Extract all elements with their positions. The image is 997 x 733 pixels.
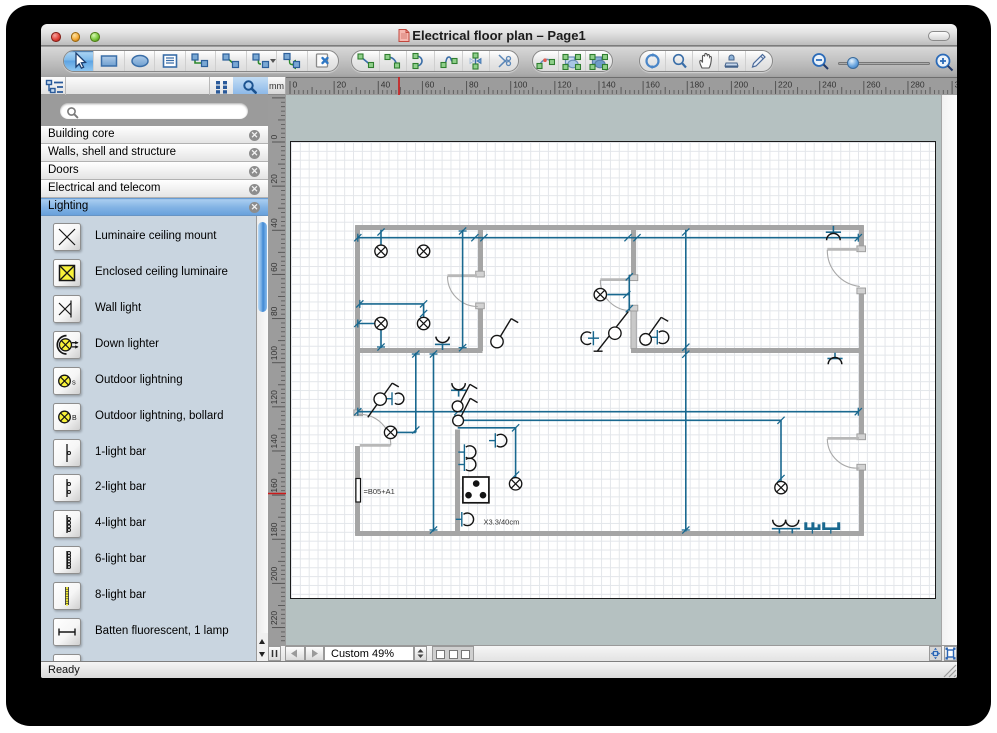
svg-text:140: 140 [601,80,615,90]
svg-text:100: 100 [269,346,279,360]
svg-text:160: 160 [646,80,660,90]
svg-text:120: 120 [269,390,279,404]
svg-text:0: 0 [269,135,279,140]
svg-text:180: 180 [269,522,279,536]
svg-text:80: 80 [269,306,279,316]
svg-text:220: 220 [778,80,792,90]
svg-text:160: 160 [269,478,279,492]
svg-text:B: B [72,415,77,422]
svg-text:260: 260 [866,80,880,90]
svg-text:0: 0 [293,80,298,90]
svg-text:60: 60 [269,262,279,272]
svg-text:240: 240 [822,80,836,90]
svg-text:20: 20 [337,80,347,90]
svg-text:40: 40 [269,218,279,228]
svg-text:100: 100 [513,80,527,90]
svg-text:140: 140 [269,434,279,448]
svg-text:80: 80 [469,80,479,90]
svg-text:180: 180 [690,80,704,90]
svg-text:120: 120 [557,80,571,90]
svg-text:280: 280 [910,80,924,90]
svg-text:40: 40 [381,80,391,90]
svg-text:20: 20 [269,174,279,184]
svg-text:220: 220 [269,611,279,625]
svg-text:s: s [72,377,76,386]
svg-text:200: 200 [269,566,279,580]
svg-text:60: 60 [425,80,435,90]
svg-text:=B05+A1: =B05+A1 [364,487,395,496]
svg-text:200: 200 [734,80,748,90]
svg-text:X3.3/40cm: X3.3/40cm [484,517,520,526]
svg-text:300: 300 [955,80,957,90]
